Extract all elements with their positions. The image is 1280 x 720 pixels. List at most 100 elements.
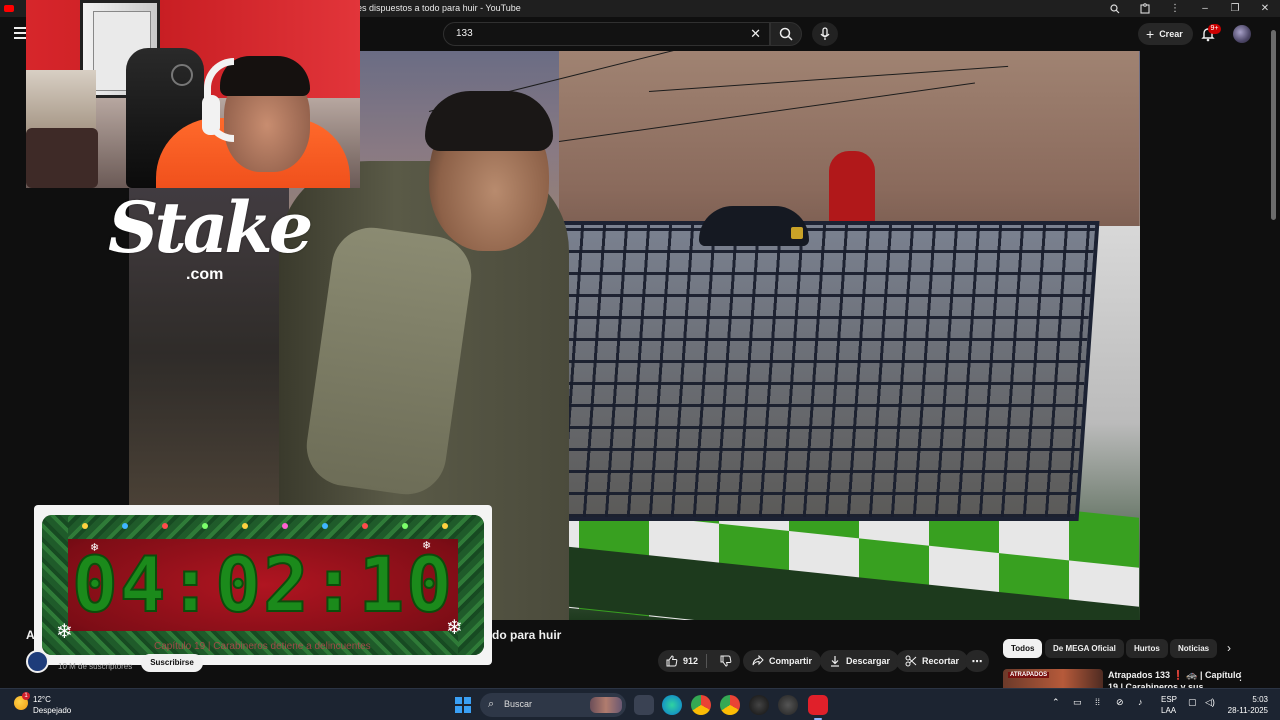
snowflake-icon: ❄ <box>56 621 73 643</box>
youtube-app-icon[interactable] <box>808 695 828 720</box>
video-title-end: do para huir <box>492 628 562 642</box>
browser-search-icon[interactable] <box>1100 0 1130 17</box>
more-actions-button[interactable]: ⋯ <box>965 650 989 672</box>
keyboard-layout[interactable]: LAA <box>1161 706 1176 715</box>
light-bulb-icon <box>202 523 208 529</box>
light-bulb-icon <box>82 523 88 529</box>
chrome-profile-icon[interactable] <box>720 695 740 715</box>
like-count: 912 <box>683 656 699 666</box>
subscribe-button[interactable]: Suscribirse <box>141 654 203 672</box>
countdown-timer: 04:02:10 <box>71 540 455 629</box>
task-view-icon[interactable] <box>634 695 654 715</box>
download-button[interactable]: Descargar <box>820 650 900 672</box>
chevron-up-icon[interactable]: ⌃ <box>1052 697 1060 708</box>
taskbar-date[interactable]: 28-11-2025 <box>1224 706 1268 715</box>
weather-temperature[interactable]: 12°C <box>33 695 51 704</box>
stake-domain: .com <box>186 266 224 283</box>
light-bulb-icon <box>322 523 328 529</box>
search-highlight-image <box>590 697 622 713</box>
countdown-panel: 04:02:10 Capítulo 19 | Carabineros detie… <box>42 515 484 655</box>
create-button[interactable]: + Crear <box>1138 23 1193 45</box>
clear-search-icon[interactable]: ✕ <box>750 26 761 42</box>
taskbar-time[interactable]: 5:03 <box>1240 695 1268 704</box>
volume-icon[interactable]: ◁) <box>1205 697 1215 708</box>
share-icon <box>752 655 764 666</box>
video-title-start: A <box>26 628 35 642</box>
countdown-caption: Capítulo 19 | Carabineros detiene a deli… <box>154 641 371 652</box>
chrome-icon[interactable] <box>691 695 711 715</box>
stake-logo: Stake .com <box>108 178 318 288</box>
taskbar-search-label: Buscar <box>504 699 533 709</box>
clip-button[interactable]: Recortar <box>896 650 969 672</box>
headphone-cup <box>202 95 220 135</box>
window-controls: ⋮ – ❐ ✕ <box>1100 0 1280 17</box>
snowflake-icon: ❄ <box>90 542 100 554</box>
chip-all[interactable]: Todos <box>1003 639 1043 658</box>
light-bulb-icon <box>362 523 368 529</box>
like-dislike-group: 912 <box>658 650 740 672</box>
streamer-webcam <box>26 0 360 188</box>
garland-top <box>42 515 484 539</box>
account-avatar[interactable] <box>1233 25 1251 43</box>
subscriber-count: 10 M de suscriptores <box>58 662 133 671</box>
page-scrollbar[interactable] <box>1271 30 1276 220</box>
like-divider <box>705 654 707 668</box>
thumbnail-tag: ATRAPADOS <box>1008 672 1050 678</box>
video-officer-hair <box>425 91 553 151</box>
download-icon <box>831 656 839 667</box>
light-bulb-icon <box>242 523 248 529</box>
search-button[interactable] <box>770 22 802 46</box>
create-label: Crear <box>1159 29 1183 39</box>
like-button[interactable]: 912 <box>658 650 701 672</box>
scissors-icon <box>905 655 917 667</box>
dislike-button[interactable] <box>711 650 740 672</box>
minimize-button[interactable]: – <box>1190 0 1220 17</box>
share-button[interactable]: Compartir <box>743 650 822 672</box>
voice-search-button[interactable] <box>812 22 838 46</box>
edge-icon[interactable] <box>662 695 682 715</box>
tray-grid-icon[interactable]: ⁞⁞ <box>1095 697 1100 707</box>
taskbar-search[interactable]: ⌕ Buscar <box>480 693 626 717</box>
stake-wordmark: Stake <box>108 186 313 269</box>
weather-badge: 1 <box>22 692 30 700</box>
plus-icon: + <box>1146 26 1155 42</box>
close-button[interactable]: ✕ <box>1250 0 1280 17</box>
related-video-title[interactable]: Atrapados 133 ❗ 🚓 | Capítulo <box>1108 670 1241 681</box>
thumbs-up-icon <box>666 655 678 667</box>
light-bulb-icon <box>162 523 168 529</box>
windows-taskbar: 1 12°C Despejado ⌕ Buscar ⌃ ▭ ⁞⁞ ⊘ ♪ ESP… <box>0 688 1280 720</box>
light-bulb-icon <box>442 523 448 529</box>
channel-avatar[interactable] <box>26 650 49 673</box>
christmas-countdown-overlay: 04:02:10 Capítulo 19 | Carabineros detie… <box>34 505 492 665</box>
chip-hurtos[interactable]: Hurtos <box>1126 639 1168 658</box>
video-officer-cap <box>699 206 809 246</box>
related-video-menu-icon[interactable]: ⋮ <box>1235 670 1246 683</box>
windows-start-icon[interactable] <box>455 697 471 713</box>
microphone-icon[interactable]: ♪ <box>1138 697 1143 707</box>
media-player-icon[interactable] <box>778 695 798 715</box>
puzzle-icon[interactable] <box>1130 0 1160 17</box>
chevron-right-icon[interactable]: › <box>1222 641 1236 655</box>
chip-noticias[interactable]: Noticias <box>1170 639 1218 658</box>
clip-label: Recortar <box>922 656 960 666</box>
webcam-sofa <box>26 128 98 188</box>
weather-condition[interactable]: Despejado <box>33 706 71 715</box>
download-label: Descargar <box>846 656 891 666</box>
youtube-favicon-icon <box>4 5 14 12</box>
display-icon[interactable]: ▢ <box>1188 697 1197 708</box>
restore-button[interactable]: ❐ <box>1220 0 1250 17</box>
chip-from-channel[interactable]: De MEGA Oficial <box>1045 639 1124 658</box>
search-input[interactable]: 133 ✕ <box>443 22 770 46</box>
related-video-thumbnail[interactable]: ATRAPADOS <box>1003 669 1103 689</box>
tray-network-off-icon[interactable]: ⊘ <box>1116 697 1124 708</box>
tab-title: es dispuestos a todo para huir - YouTube <box>357 3 521 13</box>
light-bulb-icon <box>402 523 408 529</box>
keyboard-language[interactable]: ESP <box>1161 695 1177 704</box>
thumbs-down-icon <box>720 655 732 667</box>
tray-app-icon[interactable]: ▭ <box>1073 697 1082 708</box>
browser-menu-icon[interactable]: ⋮ <box>1160 0 1190 17</box>
search-value: 133 <box>456 28 473 39</box>
light-bulb-icon <box>282 523 288 529</box>
obs-icon[interactable] <box>749 695 769 715</box>
chair-logo-icon <box>171 64 193 86</box>
